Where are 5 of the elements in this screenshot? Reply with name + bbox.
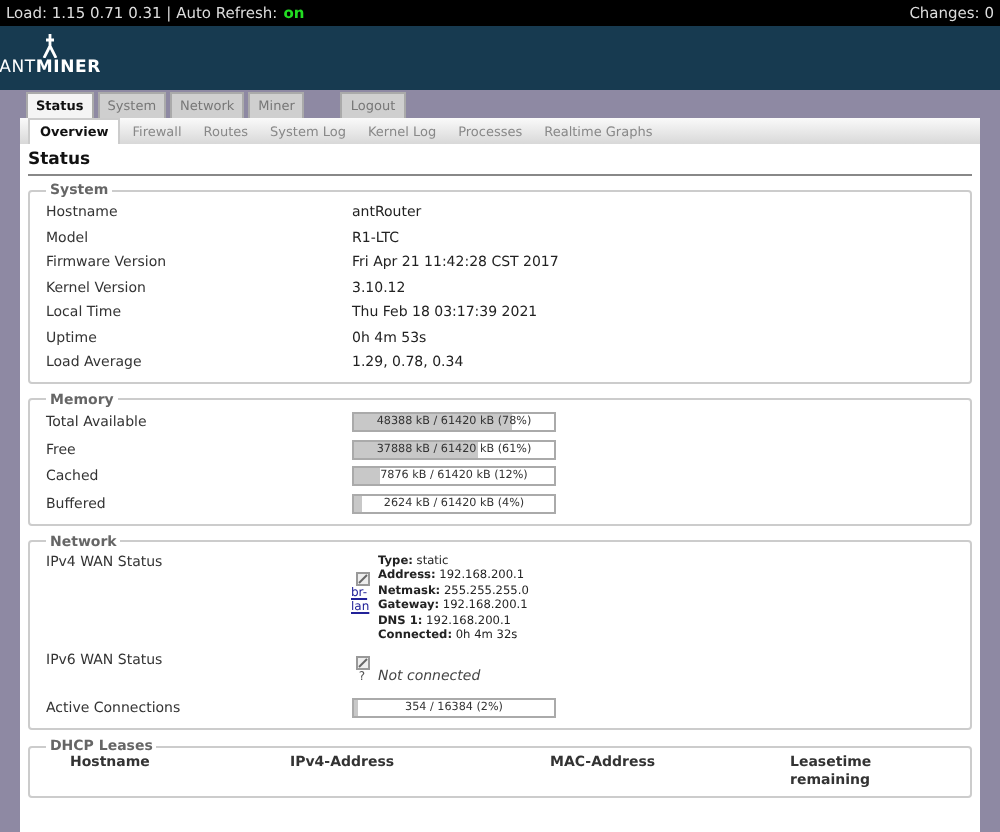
- logo-text: ANTMINER: [0, 58, 101, 78]
- network-interface-icon: [355, 655, 369, 669]
- ant-logo-icon: [42, 34, 58, 58]
- network-interface-icon: [355, 571, 369, 585]
- page-title: Status: [28, 150, 972, 176]
